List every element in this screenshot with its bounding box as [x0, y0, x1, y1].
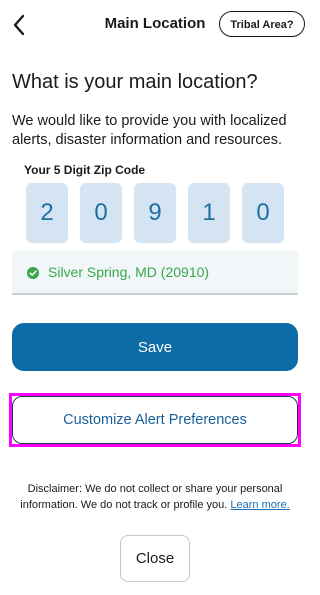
check-circle-icon — [27, 267, 39, 279]
zip-digit-4[interactable]: 1 — [188, 183, 230, 243]
zip-digit-2[interactable]: 0 — [80, 183, 122, 243]
back-button[interactable] — [8, 12, 32, 38]
zip-code-label: Your 5 Digit Zip Code — [24, 163, 146, 177]
learn-more-link[interactable]: Learn more. — [230, 499, 289, 511]
tribal-area-button[interactable]: Tribal Area? — [219, 11, 305, 37]
chevron-left-icon — [13, 14, 25, 36]
description-text: We would like to provide you with locali… — [12, 113, 287, 148]
zip-code-input: 2 0 9 1 0 — [26, 183, 284, 243]
zip-digit-3[interactable]: 9 — [134, 183, 176, 243]
header-bar: Main Location Tribal Area? — [0, 0, 310, 50]
page-title: Main Location — [104, 15, 206, 32]
customize-alert-preferences-button[interactable]: Customize Alert Preferences — [12, 396, 298, 444]
zip-digit-5[interactable]: 0 — [242, 183, 284, 243]
question-heading: What is your main location? — [12, 71, 258, 93]
disclaimer: Disclaimer: We do not collect or share y… — [14, 481, 296, 513]
save-button[interactable]: Save — [12, 323, 298, 371]
location-result: Silver Spring, MD (20910) — [12, 251, 298, 295]
location-text: Silver Spring, MD (20910) — [48, 264, 210, 280]
zip-digit-1[interactable]: 2 — [26, 183, 68, 243]
close-button[interactable]: Close — [120, 535, 190, 582]
